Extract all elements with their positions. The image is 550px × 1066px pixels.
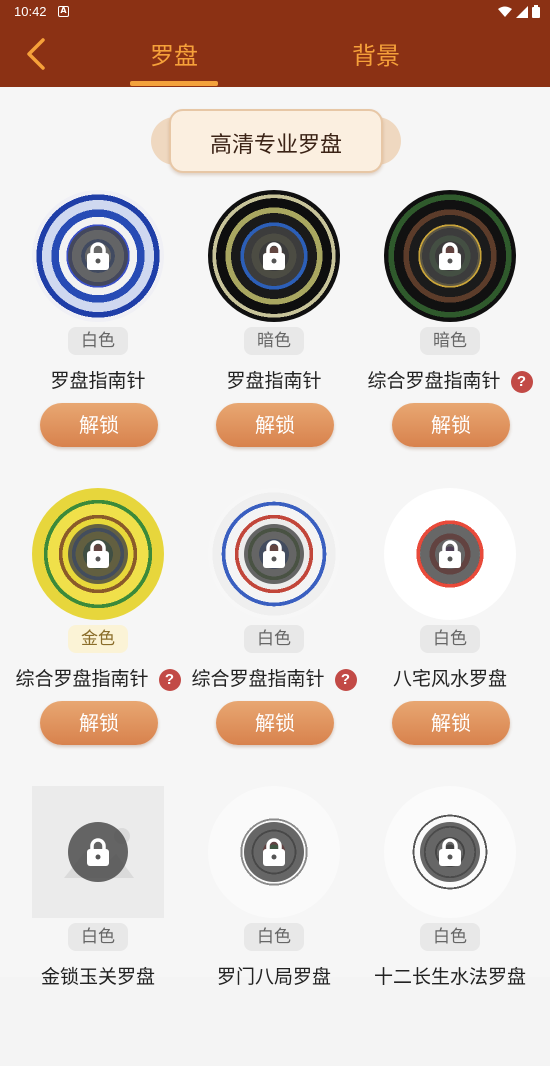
- lock-icon: [68, 226, 128, 286]
- color-tag: 白色: [244, 923, 304, 951]
- compass-item[interactable]: 白色 综合罗盘指南针? 解锁: [186, 488, 362, 768]
- item-name: 罗盘指南针: [50, 370, 146, 392]
- item-name: 综合罗盘指南针?: [186, 664, 362, 691]
- compass-item[interactable]: 暗色 综合罗盘指南针? 解锁: [362, 190, 538, 470]
- item-name: 十二长生水法罗盘: [373, 966, 526, 988]
- help-icon[interactable]: ?: [158, 669, 181, 691]
- color-tag: 白色: [68, 327, 128, 355]
- color-tag: 白色: [420, 625, 480, 653]
- lock-icon: [420, 822, 480, 882]
- compass-item[interactable]: 暗色 罗盘指南针 解锁: [186, 190, 362, 470]
- lock-icon: [420, 226, 480, 286]
- wifi-icon: [498, 6, 512, 17]
- system-icons: [498, 5, 540, 18]
- item-name: 罗门八局罗盘: [216, 966, 331, 988]
- app-header: 罗盘 背景: [0, 24, 550, 87]
- lock-icon: [420, 524, 480, 584]
- lock-icon: [68, 822, 128, 882]
- unlock-button[interactable]: 解锁: [216, 403, 334, 447]
- unlock-button[interactable]: 解锁: [40, 701, 158, 745]
- tab-background[interactable]: 背景: [352, 36, 400, 71]
- lock-icon: [244, 226, 304, 286]
- lock-icon: [68, 524, 128, 584]
- lock-icon: [244, 822, 304, 882]
- tab-compass[interactable]: 罗盘: [150, 36, 198, 71]
- lock-icon: [244, 524, 304, 584]
- item-name: 综合罗盘指南针?: [10, 664, 186, 691]
- signal-icon: [516, 5, 528, 18]
- compass-list: 高清专业罗盘 白色 罗盘指南针 解锁 暗色 罗盘指南针 解锁 暗色 综合罗盘指南…: [0, 87, 550, 988]
- compass-item[interactable]: 白色 罗盘指南针 解锁: [10, 190, 186, 470]
- color-tag: 白色: [420, 923, 480, 951]
- color-tag: 白色: [244, 625, 304, 653]
- color-tag: 暗色: [244, 327, 304, 355]
- compass-item[interactable]: 白色 十二长生水法罗盘: [362, 786, 538, 1066]
- battery-icon: [532, 5, 540, 18]
- compass-item[interactable]: 金色 综合罗盘指南针? 解锁: [10, 488, 186, 768]
- app-notification-icon: A: [58, 6, 69, 17]
- item-name: 金锁玉关罗盘: [40, 966, 155, 988]
- item-name: 罗盘指南针: [226, 370, 322, 392]
- item-name: 八宅风水罗盘: [392, 668, 507, 690]
- status-bar: 10:42 A: [0, 0, 550, 24]
- help-icon[interactable]: ?: [510, 371, 533, 393]
- item-name: 综合罗盘指南针?: [362, 366, 538, 393]
- section-title: 高清专业罗盘: [209, 133, 342, 158]
- compass-item[interactable]: 白色 金锁玉关罗盘: [10, 786, 186, 1066]
- help-icon[interactable]: ?: [334, 669, 357, 691]
- compass-item[interactable]: 白色 罗门八局罗盘: [186, 786, 362, 1066]
- color-tag: 金色: [68, 625, 128, 653]
- chevron-left-icon[interactable]: [22, 36, 52, 72]
- active-tab-indicator: [130, 81, 218, 86]
- color-tag: 暗色: [420, 327, 480, 355]
- section-banner: 高清专业罗盘: [151, 109, 401, 173]
- unlock-button[interactable]: 解锁: [392, 701, 510, 745]
- clock: 10:42: [14, 4, 47, 19]
- unlock-button[interactable]: 解锁: [216, 701, 334, 745]
- color-tag: 白色: [68, 923, 128, 951]
- compass-item[interactable]: 白色 八宅风水罗盘 解锁: [362, 488, 538, 768]
- unlock-button[interactable]: 解锁: [392, 403, 510, 447]
- unlock-button[interactable]: 解锁: [40, 403, 158, 447]
